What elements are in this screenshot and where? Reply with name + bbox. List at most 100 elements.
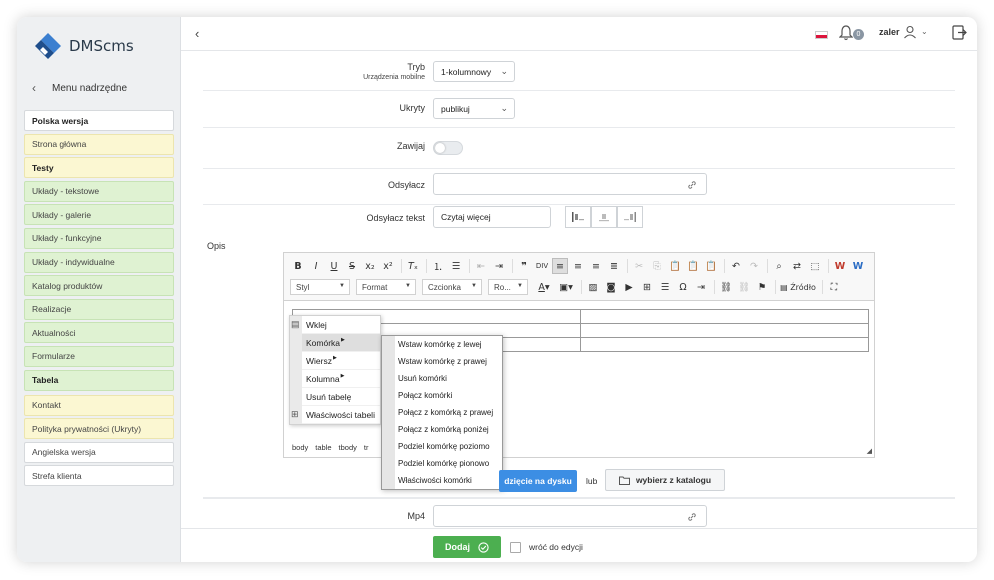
username[interactable]: zaler xyxy=(879,27,900,37)
align-center-button[interactable] xyxy=(591,206,617,228)
cut-button[interactable]: ✂ xyxy=(631,258,647,274)
cell-submenu-item[interactable]: Połącz komórki xyxy=(382,387,502,404)
upload-button[interactable]: dzięcie na dysku xyxy=(499,470,577,492)
bulleted-list-button[interactable]: ☰ xyxy=(448,258,464,274)
paste-word-button[interactable]: 📋 xyxy=(703,258,719,274)
numbered-list-button[interactable]: ⒈ xyxy=(430,258,446,274)
bell-icon[interactable] xyxy=(839,25,853,41)
return-to-edit-checkbox[interactable] xyxy=(510,542,521,553)
context-menu-item[interactable]: ⊞ Właściwości tabeli xyxy=(290,406,380,424)
page-break-button[interactable]: ⇥ xyxy=(693,279,709,295)
replace-button[interactable]: ⇄ xyxy=(789,258,805,274)
link-icon[interactable] xyxy=(687,180,697,190)
sidebar-item[interactable]: Realizacje xyxy=(24,298,174,320)
anchor-button[interactable]: ⚑ xyxy=(754,279,770,295)
maximize-button[interactable]: ⛶ xyxy=(826,279,842,295)
style-combo[interactable]: Styl ▼ xyxy=(290,279,350,295)
source-button[interactable]: ▤ Źródło xyxy=(779,279,817,295)
select-all-button[interactable]: ⬚ xyxy=(807,258,823,274)
word-icon[interactable]: W xyxy=(832,258,848,274)
link-button[interactable]: ⛓ xyxy=(718,279,734,295)
horizontal-line-button[interactable]: ☰ xyxy=(657,279,673,295)
tryb-select[interactable]: 1-kolumnowy ⌄ xyxy=(433,61,515,82)
paste-text-button[interactable]: 📋 xyxy=(685,258,701,274)
align-right-text-button[interactable]: ≡ xyxy=(588,258,604,274)
font-combo[interactable]: Czcionka ▼ xyxy=(422,279,482,295)
collapse-sidebar-icon[interactable]: ‹ xyxy=(195,26,199,41)
language-flag-icon[interactable] xyxy=(815,31,828,39)
justify-button[interactable]: ≣ xyxy=(606,258,622,274)
path-item[interactable]: body xyxy=(292,443,308,452)
sidebar-item[interactable]: Polityka prywatności (Ukryty) xyxy=(24,418,174,440)
sidebar-item[interactable]: Aktualności xyxy=(24,322,174,344)
table-cell[interactable] xyxy=(580,309,869,324)
link-icon[interactable] xyxy=(687,512,697,522)
sidebar-item[interactable]: Polska wersja xyxy=(24,110,174,131)
mp4-input[interactable] xyxy=(433,505,707,527)
context-menu-item[interactable]: Kolumna ▶ xyxy=(290,370,380,388)
outdent-button[interactable]: ⇤ xyxy=(473,258,489,274)
cell-submenu-item[interactable]: Usuń komórki xyxy=(382,370,502,387)
word-blue-icon[interactable]: W xyxy=(850,258,866,274)
blockquote-button[interactable]: ❞ xyxy=(516,258,532,274)
sidebar-item[interactable]: Strona główna xyxy=(24,133,174,155)
path-item[interactable]: tbody xyxy=(339,443,357,452)
table-button[interactable]: ⊞ xyxy=(639,279,655,295)
zawijaj-toggle[interactable] xyxy=(433,141,463,155)
ukryty-select[interactable]: publikuj ⌄ xyxy=(433,98,515,119)
undo-button[interactable]: ↶ xyxy=(728,258,744,274)
cell-submenu-item[interactable]: Wstaw komórkę z prawej xyxy=(382,353,502,370)
align-center-text-button[interactable]: ≡ xyxy=(570,258,586,274)
paste-button[interactable]: 📋 xyxy=(667,258,683,274)
user-icon[interactable] xyxy=(903,25,917,39)
special-char-button[interactable]: Ω xyxy=(675,279,691,295)
bold-button[interactable]: B xyxy=(290,258,306,274)
image-button[interactable]: ▨ xyxy=(585,279,601,295)
sidebar-item[interactable]: Układy - funkcyjne xyxy=(24,227,174,249)
path-item[interactable]: tr xyxy=(364,443,369,452)
italic-button[interactable]: I xyxy=(308,258,324,274)
cell-submenu-item[interactable]: Połącz z komórką poniżej xyxy=(382,421,502,438)
format-combo[interactable]: Format ▼ xyxy=(356,279,416,295)
superscript-button[interactable]: x² xyxy=(380,258,396,274)
copy-button[interactable]: ⎘ xyxy=(649,258,665,274)
find-button[interactable]: ⌕ xyxy=(771,258,787,274)
logout-icon[interactable] xyxy=(952,25,967,40)
odsylacz-tekst-input[interactable]: Czytaj więcej xyxy=(433,206,551,228)
context-menu-item[interactable]: ▤ Wklej xyxy=(290,316,380,334)
strike-button[interactable]: S xyxy=(344,258,360,274)
table-cell[interactable] xyxy=(580,337,869,352)
unlink-button[interactable]: ⛓ xyxy=(736,279,752,295)
align-left-text-button[interactable]: ≡ xyxy=(552,258,568,274)
sidebar-item[interactable]: Katalog produktów xyxy=(24,275,174,297)
video-button[interactable]: ▶ xyxy=(621,279,637,295)
catalog-button[interactable]: wybierz z katalogu xyxy=(605,469,725,491)
cell-submenu-item[interactable]: Połącz z komórką z prawej xyxy=(382,404,502,421)
align-right-button[interactable] xyxy=(617,206,643,228)
remove-format-button[interactable]: Tₓ xyxy=(405,258,421,274)
indent-button[interactable]: ⇥ xyxy=(491,258,507,274)
add-button[interactable]: Dodaj xyxy=(433,536,501,558)
sidebar-item[interactable]: Układy - galerie xyxy=(24,204,174,226)
text-color-button[interactable]: A ▾ xyxy=(534,279,554,295)
sidebar-item[interactable]: Kontakt xyxy=(24,394,174,416)
redo-button[interactable]: ↷ xyxy=(746,258,762,274)
sidebar-item[interactable]: Formularze xyxy=(24,345,174,367)
div-button[interactable]: DIV xyxy=(534,258,550,274)
sidebar-item[interactable]: Testy xyxy=(24,157,174,179)
bg-color-button[interactable]: ▣▾ xyxy=(556,279,576,295)
chevron-down-icon[interactable]: ⌄ xyxy=(921,27,928,36)
sidebar-item[interactable]: Strefa klienta xyxy=(24,465,174,487)
resize-handle-icon[interactable]: ◢ xyxy=(867,447,872,455)
table-cell[interactable] xyxy=(580,323,869,338)
cell-submenu-item[interactable]: Podziel komórkę poziomo xyxy=(382,438,502,455)
align-left-button[interactable] xyxy=(565,206,591,228)
context-menu-item[interactable]: Usuń tabelę xyxy=(290,388,380,406)
flash-button[interactable]: ◙ xyxy=(603,279,619,295)
subscript-button[interactable]: x₂ xyxy=(362,258,378,274)
size-combo[interactable]: Ro... ▼ xyxy=(488,279,528,295)
parent-menu-link[interactable]: ‹ Menu nadrzędne xyxy=(32,81,127,95)
sidebar-item[interactable]: Angielska wersja xyxy=(24,441,174,463)
logo[interactable]: DMScms xyxy=(33,31,134,61)
sidebar-item[interactable]: Tabela xyxy=(24,369,174,391)
